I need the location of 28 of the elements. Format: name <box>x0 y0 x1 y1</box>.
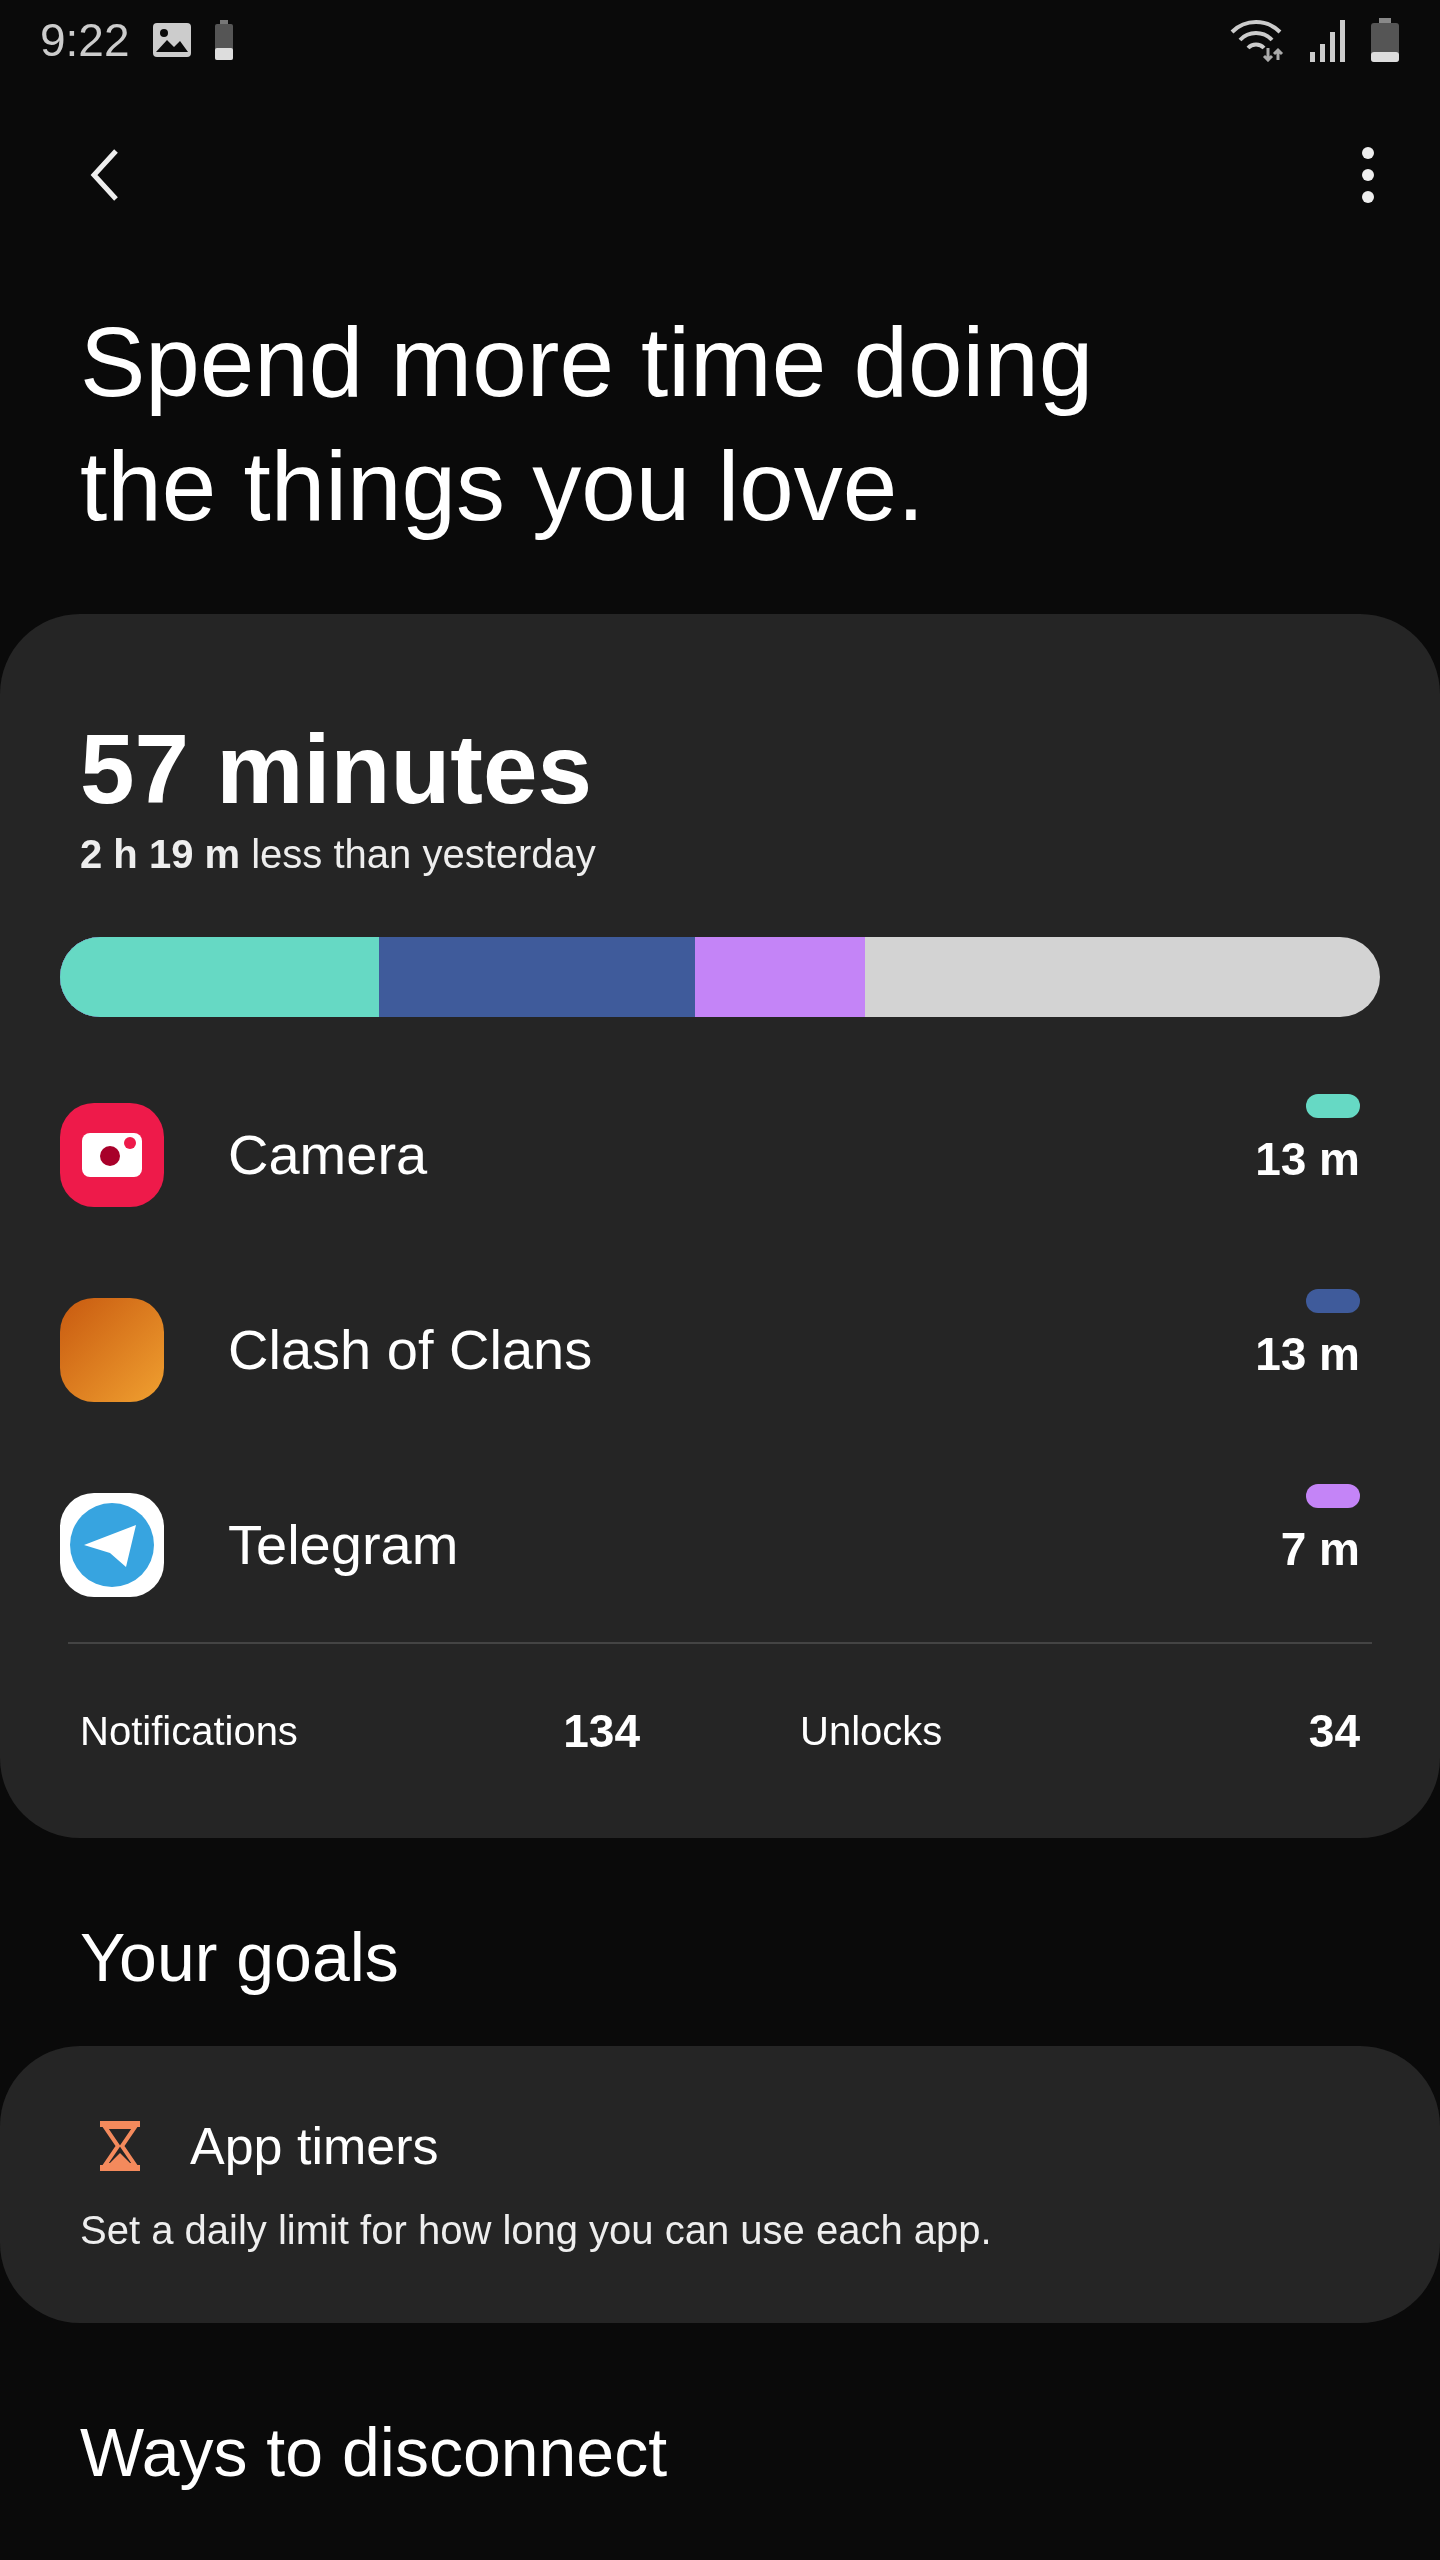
stat-value: 134 <box>563 1704 640 1758</box>
comparison-text: 2 h 19 m less than yesterday <box>79 832 597 877</box>
signal-icon <box>1308 18 1348 62</box>
hourglass-icon <box>100 2121 140 2171</box>
section-heading: Ways to disconnect <box>80 2413 669 2491</box>
battery-icon <box>1370 18 1400 62</box>
app-usage-time: 7 m <box>1280 1521 1360 1576</box>
app-name: Camera <box>228 1122 429 1187</box>
app-icon <box>60 1297 164 1402</box>
camera-app-icon <box>60 1102 164 1207</box>
wifi-icon <box>1230 18 1286 62</box>
section-heading: Your goals <box>80 1918 400 1996</box>
image-icon <box>151 22 192 58</box>
goal-title: App timers <box>190 2116 439 2176</box>
page-title: Spend more time doing the things you love. <box>80 306 1095 543</box>
goal-description: Set a daily limit for how long you can use each app. <box>80 2208 993 2253</box>
app-name: Telegram <box>228 1512 460 1577</box>
status-time: 9:22 <box>40 13 130 67</box>
app-name: Clash of Clans <box>228 1317 594 1382</box>
app-usage-time: 13 m <box>1255 1131 1360 1186</box>
stat-label: Unlocks <box>800 1708 943 1754</box>
total-time: 57 minutes <box>79 714 593 824</box>
stat-label: Notifications <box>80 1708 298 1754</box>
battery-icon <box>213 20 234 60</box>
goal-card[interactable]: App timers Set a daily limit for how long you can use each app. <box>0 2046 1440 2323</box>
stat-value: 34 <box>1308 1704 1360 1758</box>
app-usage-time: 13 m <box>1255 1326 1360 1381</box>
paper-plane-app-icon <box>60 1492 164 1597</box>
